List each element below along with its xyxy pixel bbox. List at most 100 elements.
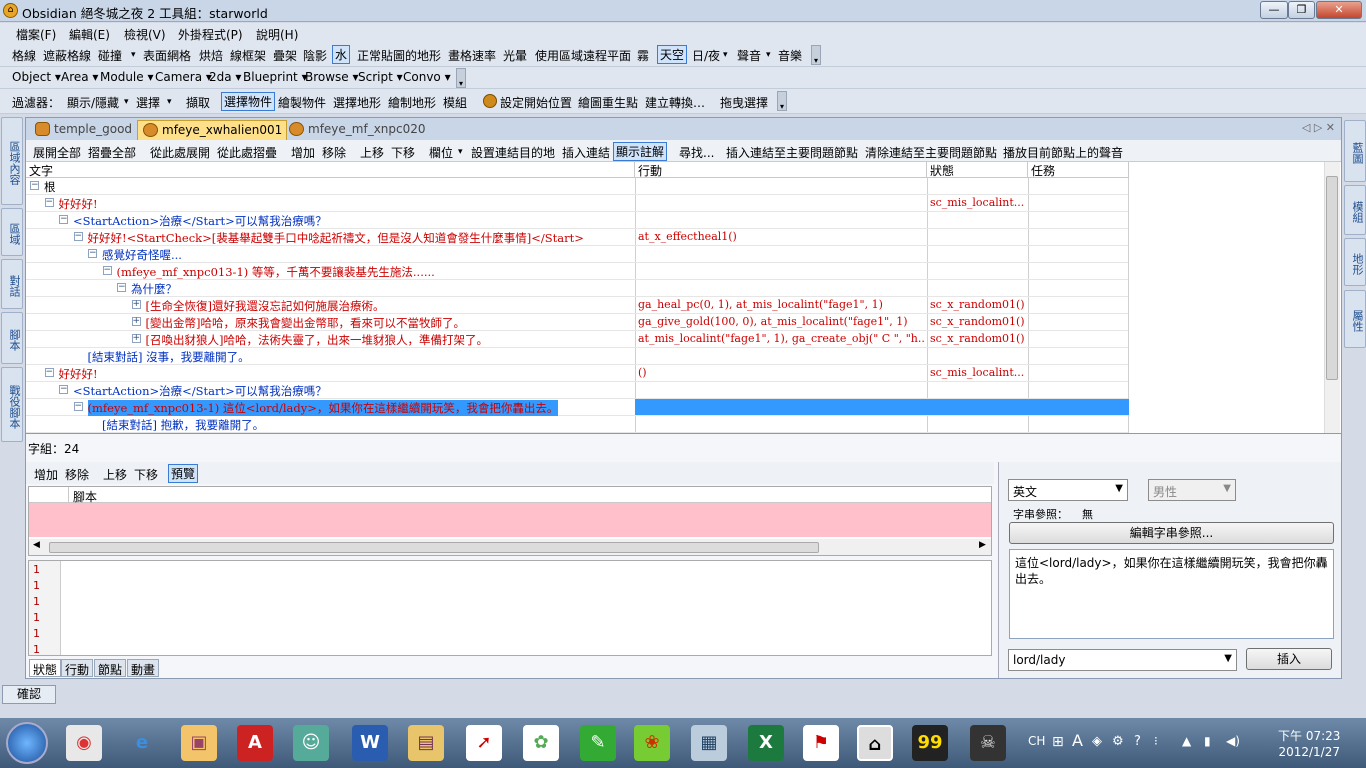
counter-icon[interactable]: 99 bbox=[912, 725, 948, 761]
minimize-button[interactable]: — bbox=[1260, 1, 1288, 19]
tree-row[interactable]: + [變出金幣]哈哈，原來我會變出金幣耶，看來可以不當牧師了。 ga_give_go… bbox=[26, 314, 1128, 331]
expand-all-button[interactable]: 展開全部 bbox=[33, 144, 81, 161]
expand-icon[interactable]: + bbox=[131, 334, 141, 343]
word-icon[interactable]: W bbox=[352, 725, 388, 761]
side-tab-module[interactable]: 模組 bbox=[1344, 185, 1366, 235]
signal-icon[interactable]: ▮ bbox=[1204, 734, 1211, 748]
collapse-icon[interactable]: − bbox=[44, 198, 54, 207]
clear-main-node-link-button[interactable]: 清除連結至主要問題節點 bbox=[865, 144, 997, 161]
script-code-view[interactable]: 1 1 1 1 1 1 bbox=[28, 560, 992, 656]
volume-icon[interactable]: ◀) bbox=[1226, 734, 1240, 748]
tree-row[interactable]: − 好好好!<StartCheck>[裴基舉起雙手口中唸起祈禱文，但是沒人知道會發… bbox=[26, 229, 1128, 246]
tool-collision[interactable]: 碰撞 bbox=[98, 47, 122, 64]
gender-select[interactable]: 男性 ▼ bbox=[1148, 479, 1236, 501]
toolbar2-overflow-icon[interactable]: ▾ bbox=[456, 68, 466, 88]
columns-dropdown[interactable]: ▾ bbox=[458, 147, 463, 157]
script-scroll-thumb[interactable] bbox=[49, 542, 819, 553]
menu-browse[interactable]: Browse ▾ bbox=[305, 70, 359, 84]
tool-music[interactable]: 音樂 bbox=[778, 47, 802, 64]
collapse-icon[interactable]: − bbox=[73, 402, 83, 411]
play-node-sound-button[interactable]: 播放目前節點上的聲音 bbox=[1003, 144, 1123, 161]
doc-tab-mfeye-xwhalien001[interactable]: mfeye_xwhalien001 bbox=[137, 120, 288, 140]
options-icon[interactable]: ⁝ bbox=[1154, 734, 1158, 748]
side-tab-area[interactable]: 區域 bbox=[1, 208, 23, 256]
show-hide-button[interactable]: 顯示/隱藏 bbox=[67, 94, 119, 111]
explorer-icon[interactable]: ▤ bbox=[408, 725, 444, 761]
maximize-button[interactable]: ❐ bbox=[1288, 1, 1315, 19]
help-icon[interactable]: ? bbox=[1134, 734, 1141, 749]
show-comments-button[interactable]: 顯示註解 bbox=[613, 142, 668, 161]
tool-water[interactable]: 水 bbox=[332, 45, 351, 64]
excel-icon[interactable]: X bbox=[748, 725, 784, 761]
expand-tray-icon[interactable]: ▲ bbox=[1182, 734, 1191, 748]
paint-spawn-button[interactable]: 繪圖重生點 bbox=[578, 94, 638, 111]
paint-terrain-button[interactable]: 繪制地形 bbox=[388, 94, 436, 111]
tree-row[interactable]: − <StartAction>治療</Start>可以幫我治療嗎？ bbox=[26, 382, 1128, 399]
toolbar-overflow-icon[interactable]: ▾ bbox=[811, 45, 821, 65]
collision-dropdown[interactable]: ▾ bbox=[131, 50, 136, 60]
move-down-button[interactable]: 下移 bbox=[391, 144, 415, 161]
acrobat-r-icon[interactable]: ➚ bbox=[466, 725, 502, 761]
tool-far-plane[interactable]: 使用區域遠程平面 bbox=[535, 47, 631, 64]
script-move-down-button[interactable]: 下移 bbox=[134, 466, 158, 483]
close-button[interactable]: ✕ bbox=[1316, 1, 1362, 19]
columns-button[interactable]: 欄位 bbox=[429, 144, 453, 161]
select-button[interactable]: 選擇 bbox=[136, 94, 160, 111]
module-button[interactable]: 模組 bbox=[443, 94, 467, 111]
paint-icon[interactable]: ▣ bbox=[181, 725, 217, 761]
font-icon[interactable]: A bbox=[1072, 731, 1083, 750]
script-remove-button[interactable]: 移除 bbox=[65, 466, 89, 483]
collapse-icon[interactable]: − bbox=[59, 215, 68, 224]
autocad-icon[interactable]: A bbox=[237, 725, 273, 761]
menu-plugins[interactable]: 外掛程式(P) bbox=[178, 26, 243, 43]
menu-script[interactable]: Script ▾ bbox=[358, 70, 403, 84]
tool-frame-rate[interactable]: 畫格速率 bbox=[448, 47, 496, 64]
tree-row[interactable]: − 好好好! sc_mis_localint... bbox=[26, 195, 1128, 212]
confirm-button[interactable]: 確認 bbox=[2, 685, 56, 704]
collapse-icon[interactable]: − bbox=[59, 385, 68, 394]
parrot-icon[interactable]: ❀ bbox=[634, 725, 670, 761]
tool-shadow[interactable]: 陰影 bbox=[303, 47, 327, 64]
side-tab-area-contents[interactable]: 區域內容 bbox=[1, 117, 23, 205]
tree-row[interactable]: − 為什麼？ bbox=[26, 280, 1128, 297]
grid-scroll-thumb[interactable] bbox=[1326, 176, 1338, 380]
toolbar3-overflow-icon[interactable]: ▾ bbox=[777, 91, 787, 111]
collapse-icon[interactable]: − bbox=[117, 283, 126, 292]
paint-objects-button[interactable]: 繪製物件 bbox=[278, 94, 326, 111]
language-select[interactable]: 英文 ▼ bbox=[1008, 479, 1128, 501]
expand-icon[interactable]: + bbox=[131, 317, 141, 326]
script-preview-button[interactable]: 預覽 bbox=[168, 464, 199, 483]
tree-row[interactable]: − <StartAction>治療</Start>可以幫我治療嗎？ bbox=[26, 212, 1128, 229]
column-header-condition[interactable]: 狀態 bbox=[927, 162, 1028, 178]
side-tab-properties[interactable]: 屬性 bbox=[1344, 290, 1366, 348]
select-objects-button[interactable]: 選擇物件 bbox=[221, 92, 276, 111]
pdf-icon[interactable]: ⚑ bbox=[803, 725, 839, 761]
nwn-icon[interactable]: ☠ bbox=[970, 725, 1006, 761]
menu-module[interactable]: Module ▾ bbox=[100, 70, 153, 84]
edit-string-ref-button[interactable]: 編輯字串參照... bbox=[1009, 522, 1334, 544]
menu-help[interactable]: 說明(H) bbox=[256, 26, 298, 43]
tree-row[interactable]: − (mfeye_mf_xnpc013-1) 這位<lord/lady>，如果你在… bbox=[26, 399, 1129, 416]
menu-blueprint[interactable]: Blueprint ▾ bbox=[243, 70, 308, 84]
day-night-dropdown[interactable]: ▾ bbox=[723, 50, 728, 60]
tool-fog[interactable]: 霧 bbox=[637, 47, 649, 64]
tool-sound[interactable]: 聲音 bbox=[737, 47, 761, 64]
bottom-tab-animation[interactable]: 動畫 bbox=[127, 659, 160, 677]
menu-convo[interactable]: Convo ▾ bbox=[403, 70, 451, 84]
sound-dropdown[interactable]: ▾ bbox=[766, 50, 771, 60]
node-text-editor[interactable]: 這位<lord/lady>，如果你在這樣繼續開玩笑，我會把你轟出去。 bbox=[1009, 549, 1334, 639]
select-terrain-button[interactable]: 選擇地形 bbox=[333, 94, 381, 111]
find-button[interactable]: 尋找... bbox=[679, 144, 714, 161]
set-link-destination-button[interactable]: 設置連結目的地 bbox=[471, 144, 555, 161]
network-icon[interactable]: ◈ bbox=[1092, 734, 1102, 749]
side-tab-script[interactable]: 腳本 bbox=[1, 312, 23, 364]
tool-normal-map-terrain[interactable]: 正常貼圖的地形 bbox=[357, 47, 441, 64]
scroll-left-icon[interactable]: ◀ bbox=[33, 540, 40, 550]
collapse-icon[interactable]: − bbox=[88, 249, 97, 258]
tree-row[interactable]: − (mfeye_mf_xnpc013-1) 等等，千萬不要讓裴基先生施法....… bbox=[26, 263, 1128, 280]
tool-occluder-grid[interactable]: 遮蔽格線 bbox=[43, 47, 91, 64]
side-tab-conversation[interactable]: 對話 bbox=[1, 259, 23, 309]
remove-node-button[interactable]: 移除 bbox=[322, 144, 346, 161]
collapse-icon[interactable]: − bbox=[30, 181, 39, 190]
side-tab-terrain[interactable]: 地形 bbox=[1344, 238, 1366, 286]
